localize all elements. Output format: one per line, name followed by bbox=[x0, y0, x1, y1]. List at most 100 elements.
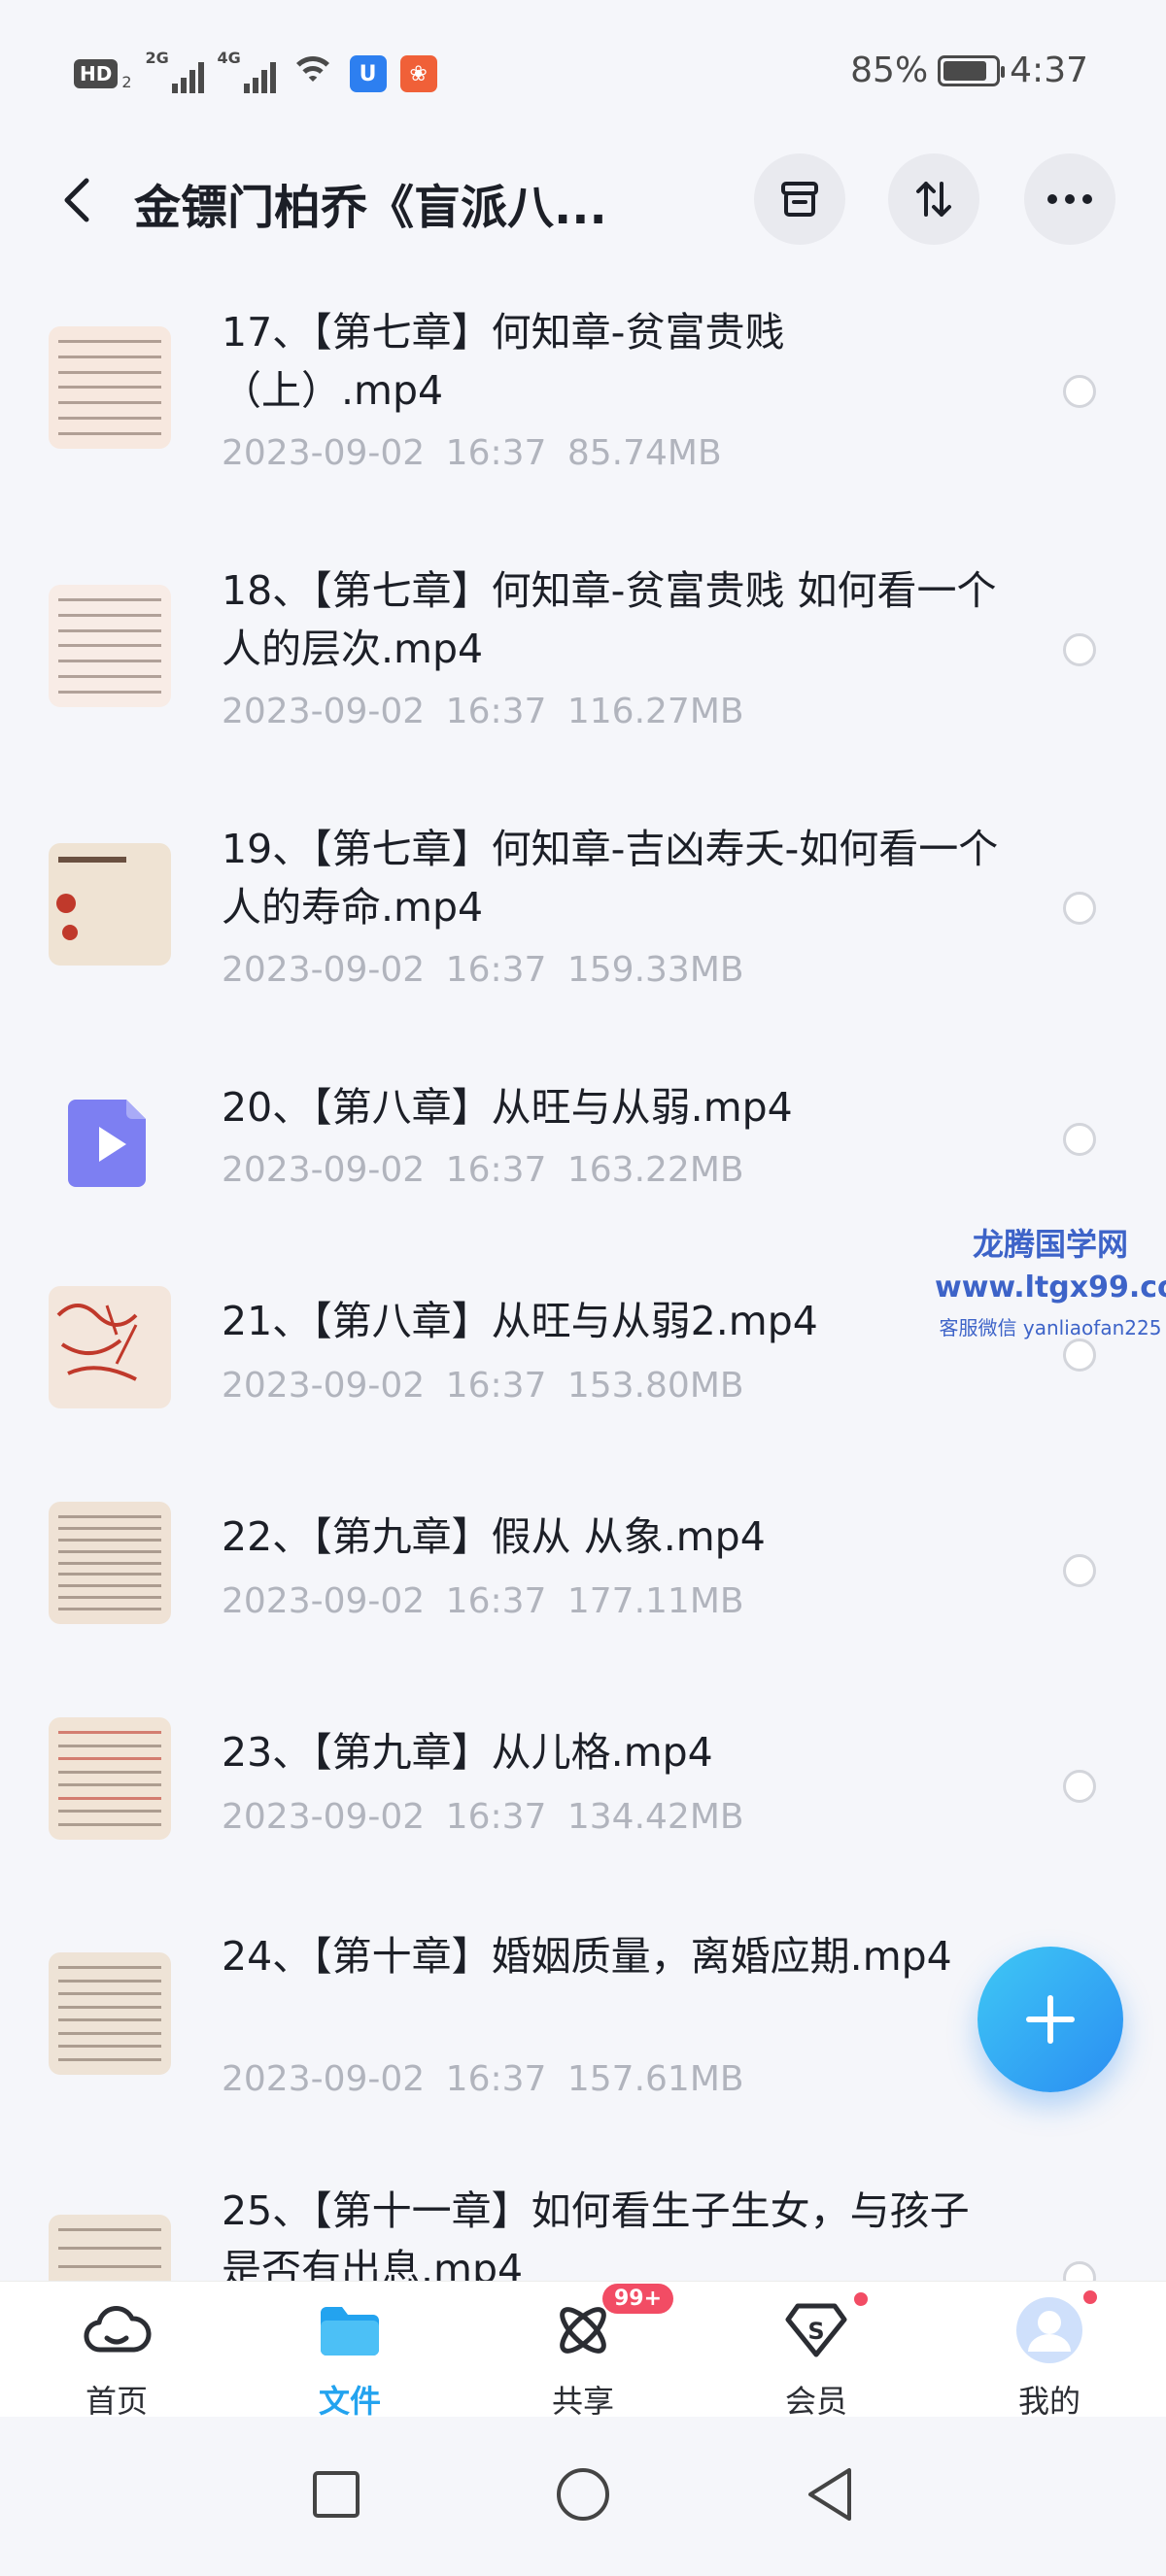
wifi-icon bbox=[289, 54, 336, 93]
file-row[interactable]: 20、【第八章】从旺与从弱.mp4 2023-09-02 16:37 163.2… bbox=[0, 1037, 1166, 1241]
file-row[interactable]: 22、【第九章】假从 从象.mp4 2023-09-02 16:37 177.1… bbox=[0, 1457, 1166, 1673]
signal-2g-icon: 2G bbox=[146, 49, 204, 93]
watermark-url: www.ltgx99.com bbox=[935, 1271, 1166, 1305]
home-button[interactable] bbox=[544, 2456, 622, 2533]
file-date: 2023-09-02 16:37 bbox=[222, 2059, 547, 2099]
file-size: 163.22MB bbox=[566, 1150, 744, 1190]
file-name: 25、【第十一章】如何看生子生女，与孩子是否有出息.mp4 bbox=[222, 2187, 970, 2281]
select-checkbox[interactable] bbox=[1063, 1770, 1096, 1803]
nav-me[interactable]: 我的 bbox=[933, 2282, 1166, 2420]
more-icon bbox=[1047, 194, 1092, 204]
net-label-2g: 2G bbox=[145, 49, 169, 67]
net-label-4g: 4G bbox=[217, 49, 241, 67]
back-triangle-icon bbox=[808, 2468, 851, 2521]
add-button[interactable] bbox=[977, 1947, 1123, 2092]
select-checkbox[interactable] bbox=[1063, 1339, 1096, 1372]
file-date: 2023-09-02 16:37 bbox=[222, 1366, 547, 1406]
file-meta: 2023-09-02 16:37 163.22MB bbox=[222, 1150, 744, 1190]
nav-label: 首页 bbox=[85, 2383, 148, 2420]
nav-vip[interactable]: S 会员 bbox=[700, 2282, 933, 2420]
select-checkbox[interactable] bbox=[1063, 892, 1096, 925]
file-row[interactable]: 18、【第七章】何知章-贫富贵贱 如何看一个人的层次.mp4 2023-09-0… bbox=[0, 521, 1166, 779]
file-name: 18、【第七章】何知章-贫富贵贱 如何看一个人的层次.mp4 bbox=[222, 567, 997, 672]
archive-icon bbox=[781, 182, 818, 217]
sort-icon bbox=[916, 182, 951, 217]
status-right: 85% 4:37 bbox=[850, 51, 1088, 90]
nav-label: 共享 bbox=[551, 2383, 614, 2420]
file-date: 2023-09-02 16:37 bbox=[222, 1797, 547, 1837]
app-notification-icon-2: ❀ bbox=[399, 55, 437, 92]
watermark: 龙腾国学网 www.ltgx99.com 客服微信 yanliaofan225 bbox=[935, 1220, 1166, 1340]
select-checkbox[interactable] bbox=[1063, 2261, 1096, 2281]
nav-files[interactable]: 文件 bbox=[233, 2282, 466, 2420]
chevron-left-icon bbox=[64, 178, 89, 222]
file-size: 153.80MB bbox=[566, 1366, 744, 1406]
archive-button[interactable] bbox=[754, 153, 845, 245]
folder-icon bbox=[315, 2295, 385, 2365]
nav-share[interactable]: 99+ 共享 bbox=[466, 2282, 700, 2420]
select-checkbox[interactable] bbox=[1063, 633, 1096, 666]
file-meta: 2023-09-02 16:37 153.80MB bbox=[222, 1366, 744, 1406]
back-button[interactable] bbox=[49, 171, 107, 229]
avatar-icon bbox=[1014, 2295, 1084, 2365]
sort-button[interactable] bbox=[888, 153, 979, 245]
app-header: 金镖门柏乔《盲派八... bbox=[0, 146, 1166, 262]
watermark-title: 龙腾国学网 bbox=[972, 1226, 1128, 1263]
file-name: 22、【第九章】假从 从象.mp4 bbox=[222, 1513, 766, 1560]
nav-home[interactable]: 首页 bbox=[0, 2282, 233, 2420]
file-size: 177.11MB bbox=[566, 1581, 744, 1621]
file-date: 2023-09-02 16:37 bbox=[222, 1150, 547, 1190]
select-checkbox[interactable] bbox=[1063, 1554, 1096, 1587]
file-name: 23、【第九章】从儿格.mp4 bbox=[222, 1729, 713, 1776]
file-size: 159.33MB bbox=[566, 950, 744, 990]
battery-icon bbox=[938, 54, 1006, 86]
status-left: HD 2 2G 4G U ❀ bbox=[74, 49, 437, 93]
file-size: 157.61MB bbox=[566, 2059, 744, 2099]
recent-apps-button[interactable] bbox=[297, 2456, 375, 2533]
vip-diamond-icon: S bbox=[781, 2295, 851, 2365]
clock: 4:37 bbox=[1010, 51, 1088, 90]
back-system-button[interactable] bbox=[791, 2456, 869, 2533]
file-meta: 2023-09-02 16:37 177.11MB bbox=[222, 1581, 744, 1621]
file-thumbnail bbox=[49, 1952, 171, 2075]
hd-sub-label: 2 bbox=[121, 72, 132, 91]
file-row[interactable]: 25、【第十一章】如何看生子生女，与孩子是否有出息.mp4 bbox=[0, 2147, 1166, 2281]
file-row[interactable]: 19、【第七章】何知章-吉凶寿夭-如何看一个人的寿命.mp4 2023-09-0… bbox=[0, 779, 1166, 1037]
file-date: 2023-09-02 16:37 bbox=[222, 1581, 547, 1621]
share-badge: 99+ bbox=[602, 2284, 674, 2314]
file-thumbnail bbox=[49, 2215, 171, 2281]
signal-4g-icon: 4G bbox=[218, 49, 276, 93]
file-meta: 2023-09-02 16:37 159.33MB bbox=[222, 950, 744, 990]
nav-label: 会员 bbox=[784, 2383, 847, 2420]
app-notification-icon: U bbox=[349, 55, 387, 92]
file-date: 2023-09-02 16:37 bbox=[222, 950, 547, 990]
select-checkbox[interactable] bbox=[1063, 1123, 1096, 1156]
file-row[interactable]: 17、【第七章】何知章-贫富贵贱（上）.mp4 2023-09-02 16:37… bbox=[0, 262, 1166, 521]
file-meta: 2023-09-02 16:37 85.74MB bbox=[222, 433, 722, 473]
file-meta: 2023-09-02 16:37 134.42MB bbox=[222, 1797, 744, 1837]
svg-text:S: S bbox=[807, 2318, 824, 2345]
file-size: 85.74MB bbox=[566, 433, 722, 473]
watermark-contact: 客服微信 yanliaofan225 bbox=[939, 1316, 1162, 1339]
file-name: 19、【第七章】何知章-吉凶寿夭-如何看一个人的寿命.mp4 bbox=[222, 826, 999, 931]
vip-notification-dot bbox=[851, 2289, 871, 2309]
file-date: 2023-09-02 16:37 bbox=[222, 692, 547, 731]
file-meta: 2023-09-02 16:37 157.61MB bbox=[222, 2059, 744, 2099]
plus-icon bbox=[1026, 1995, 1075, 2044]
status-bar: HD 2 2G 4G U ❀ 85% 4:37 bbox=[0, 0, 1166, 146]
battery-fill bbox=[943, 60, 987, 81]
system-nav-bar bbox=[0, 2417, 1166, 2576]
file-thumbnail bbox=[49, 1717, 171, 1840]
me-notification-dot bbox=[1080, 2288, 1100, 2307]
nav-label: 我的 bbox=[1017, 2383, 1080, 2420]
file-name: 21、【第八章】从旺与从弱2.mp4 bbox=[222, 1298, 818, 1344]
file-row[interactable]: 23、【第九章】从儿格.mp4 2023-09-02 16:37 134.42M… bbox=[0, 1673, 1166, 1888]
more-button[interactable] bbox=[1024, 153, 1115, 245]
file-meta: 2023-09-02 16:37 116.27MB bbox=[222, 692, 744, 731]
file-thumbnail bbox=[49, 326, 171, 449]
select-checkbox[interactable] bbox=[1063, 375, 1096, 408]
hd-icon: HD bbox=[74, 59, 119, 88]
file-thumbnail bbox=[49, 1502, 171, 1624]
file-thumbnail bbox=[49, 843, 171, 966]
video-file-icon bbox=[49, 1078, 171, 1201]
